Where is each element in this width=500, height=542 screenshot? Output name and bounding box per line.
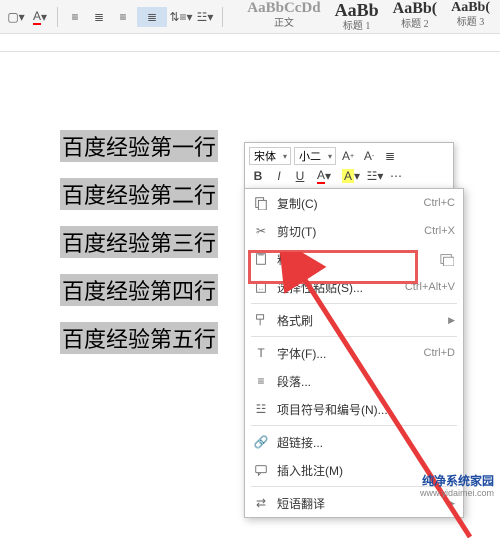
style-label: 标题 2 (401, 20, 429, 30)
menu-label: 剪切(T) (277, 223, 416, 240)
paragraph-icon: ≡ (253, 373, 269, 389)
menu-font[interactable]: T 字体(F)... Ctrl+D (245, 339, 463, 367)
menu-separator (251, 425, 457, 426)
paste-special-icon: … (253, 279, 269, 295)
menu-bullets-numbering[interactable]: ☳ 项目符号和编号(N)... (245, 395, 463, 423)
align-left-icon[interactable]: ≡ (65, 7, 85, 27)
font-size-combo[interactable]: 小二▾ (294, 147, 336, 165)
document-line[interactable]: 百度经验第五行 (60, 322, 218, 354)
document-line[interactable]: 百度经验第三行 (60, 226, 218, 258)
underline-button[interactable]: U (291, 167, 309, 185)
menu-cut[interactable]: ✂ 剪切(T) Ctrl+X (245, 217, 463, 245)
menu-label: 项目符号和编号(N)... (277, 401, 455, 418)
context-menu: 复制(C) Ctrl+C ✂ 剪切(T) Ctrl+X 粘贴 … 选择性粘贴(S… (244, 188, 464, 518)
ribbon-toolbar: ▢▾ A▾ ≡ ≣ ≡ ≣ ⇅≡▾ ☳▾ AaBbCcDd 正文 AaBb 标题… (0, 0, 500, 34)
align-justify-icon[interactable]: ≣ (137, 7, 167, 27)
ruler (0, 34, 500, 52)
font-icon: T (253, 345, 269, 361)
menu-label: 复制(C) (277, 195, 416, 212)
font-name-combo[interactable]: 宋体▾ (249, 147, 291, 165)
highlight-button[interactable]: A▾ (339, 167, 363, 185)
align-center-icon[interactable]: ≣ (89, 7, 109, 27)
paste-icon (253, 251, 269, 267)
link-icon: 🔗 (253, 434, 269, 450)
bullets-button[interactable]: ☳▾ (366, 167, 384, 185)
watermark-url: www.yidaimei.com (420, 488, 494, 499)
style-heading1[interactable]: AaBb 标题 1 (331, 1, 383, 32)
separator (57, 7, 58, 27)
style-sample: AaBbCcDd (247, 1, 320, 16)
menu-label: 字体(F)... (277, 345, 416, 362)
menu-shortcut: Ctrl+D (424, 347, 455, 359)
style-label: 标题 1 (343, 22, 371, 32)
menu-shortcut: Ctrl+X (424, 225, 455, 237)
font-color-button[interactable]: A▾ (312, 167, 336, 185)
style-heading3[interactable]: AaBb( 标题 3 (447, 1, 494, 32)
format-painter-icon (253, 312, 269, 328)
chevron-down-icon: ▾ (280, 152, 290, 161)
menu-paste-special[interactable]: … 选择性粘贴(S)... Ctrl+Alt+V (245, 273, 463, 301)
cut-icon: ✂ (253, 223, 269, 239)
shrink-font-icon[interactable]: A- (360, 147, 378, 165)
style-sample: AaBb( (393, 1, 437, 17)
style-normal[interactable]: AaBbCcDd 正文 (243, 1, 324, 32)
more-icon[interactable]: ⋯ (387, 167, 405, 185)
document-line[interactable]: 百度经验第二行 (60, 178, 218, 210)
svg-text:…: … (258, 286, 263, 292)
menu-label: 段落... (277, 373, 455, 390)
menu-label: 短语翻译 (277, 495, 436, 512)
document-area: 百度经验第一行 百度经验第二行 百度经验第三行 百度经验第四行 百度经验第五行 … (0, 52, 500, 503)
menu-label: 超链接... (277, 434, 455, 451)
menu-label: 格式刷 (277, 312, 436, 329)
line-spacing-icon[interactable]: ⇅≡▾ (171, 7, 191, 27)
watermark-title: 纯净系统家园 (420, 474, 494, 488)
menu-format-painter[interactable]: 格式刷 ▶ (245, 306, 463, 334)
separator (222, 7, 223, 27)
menu-separator (251, 336, 457, 337)
bullets-icon: ☳ (253, 401, 269, 417)
menu-shortcut: Ctrl+Alt+V (405, 281, 455, 293)
document-line[interactable]: 百度经验第四行 (60, 274, 218, 306)
menu-separator (251, 303, 457, 304)
font-name-value: 宋体 (250, 148, 280, 164)
menu-copy[interactable]: 复制(C) Ctrl+C (245, 189, 463, 217)
translate-icon: ⇄ (253, 495, 269, 511)
style-sample: AaBb( (451, 1, 490, 15)
shading-icon[interactable]: ▢▾ (6, 7, 26, 27)
style-label: 正文 (274, 19, 294, 29)
italic-button[interactable]: I (270, 167, 288, 185)
menu-shortcut: Ctrl+C (424, 197, 455, 209)
style-label: 标题 3 (457, 18, 485, 28)
columns-icon[interactable]: ≣ (381, 147, 399, 165)
copy-icon (253, 195, 269, 211)
menu-paste[interactable]: 粘贴 (245, 245, 463, 273)
comment-icon (253, 462, 269, 478)
menu-label: 粘贴 (277, 251, 431, 268)
menu-hyperlink[interactable]: 🔗 超链接... (245, 428, 463, 456)
chevron-right-icon: ▶ (448, 315, 455, 326)
mini-toolbar: 宋体▾ 小二▾ A+ A- ≣ B I U A▾ A▾ ☳▾ ⋯ (244, 142, 454, 190)
align-right-icon[interactable]: ≡ (113, 7, 133, 27)
font-color-icon[interactable]: A▾ (30, 7, 50, 27)
font-size-value: 小二 (295, 148, 325, 164)
bold-button[interactable]: B (249, 167, 267, 185)
paste-options-icon[interactable] (439, 251, 455, 267)
grow-font-icon[interactable]: A+ (339, 147, 357, 165)
style-heading2[interactable]: AaBb( 标题 2 (389, 1, 441, 32)
menu-paragraph[interactable]: ≡ 段落... (245, 367, 463, 395)
chevron-right-icon: ▶ (448, 498, 455, 509)
document-line[interactable]: 百度经验第一行 (60, 130, 218, 162)
watermark: 纯净系统家园 www.yidaimei.com (420, 474, 494, 499)
style-sample: AaBb (335, 1, 379, 19)
bullets-icon[interactable]: ☳▾ (195, 7, 215, 27)
chevron-down-icon: ▾ (325, 152, 335, 161)
menu-label: 选择性粘贴(S)... (277, 279, 397, 296)
